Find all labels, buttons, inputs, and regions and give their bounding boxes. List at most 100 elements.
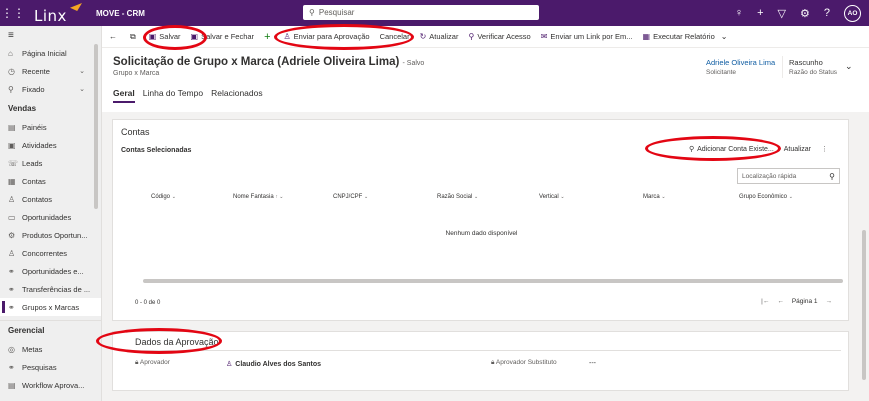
- contas-section: Contas Contas Selecionadas ⚲ Adicionar Co…: [112, 119, 849, 321]
- sidebar-item-concorrentes[interactable]: ♙ Concorrentes: [0, 244, 101, 262]
- help-icon[interactable]: ?: [824, 7, 830, 19]
- add-existing-account-button[interactable]: ⚲ Adicionar Conta Existe...: [688, 145, 774, 154]
- column-header-razao-social[interactable]: Razão Social ⌄: [437, 194, 478, 200]
- app-name[interactable]: MOVE - CRM: [96, 9, 145, 18]
- chevron-down-icon[interactable]: ⌄: [79, 67, 85, 75]
- pin-icon: ⚲: [8, 84, 14, 94]
- chevron-down-icon[interactable]: ⌄: [79, 85, 85, 93]
- sidebar-item-contas[interactable]: ▦ Contas: [0, 172, 101, 190]
- email-link-button[interactable]: ✉ Enviar um Link por Em...: [536, 26, 638, 48]
- brand-logo: Linx: [34, 0, 88, 26]
- sidebar-item-fixado[interactable]: ⚲ Fixado ⌄: [0, 80, 101, 98]
- link-icon: ⚭: [8, 266, 15, 276]
- search-input[interactable]: ⚲ Pesquisar: [303, 5, 539, 20]
- sitemap-sidebar: ≡ ⌂ Página Inicial ◷ Recente ⌄ ⚲ Fixado ⌄ Ven…: [0, 26, 102, 401]
- user-avatar[interactable]: AO: [844, 4, 861, 22]
- send-for-approval-button[interactable]: ♙ Enviar para Aprovação: [279, 26, 375, 48]
- sidebar-item-recente[interactable]: ◷ Recente ⌄: [0, 62, 101, 80]
- tab-relacionados[interactable]: Relacionados: [211, 88, 263, 103]
- sidebar-item-grupos-x-marcas[interactable]: ⚭ Grupos x Marcas: [0, 298, 101, 316]
- entity-name: Grupo x Marca: [113, 70, 160, 77]
- add-link-icon: ⚲: [688, 146, 695, 153]
- sidebar-item-atividades[interactable]: ▣ Atividades: [0, 136, 101, 154]
- run-report-button[interactable]: ▦ Executar Relatório ⌄: [638, 26, 736, 48]
- record-count: 0 - 0 de 0: [135, 300, 161, 306]
- aprovacao-section: Dados da Aprovação 🔒︎ Aprovador ♙ Claudio…: [112, 331, 849, 391]
- grid-horizontal-scrollbar[interactable]: [143, 279, 843, 283]
- sidebar-item-contatos[interactable]: ♙ Contatos: [0, 190, 101, 208]
- save-icon: ▣: [148, 32, 157, 41]
- header-field-status: Rascunho Razão do Status: [789, 58, 837, 76]
- app-launcher-icon[interactable]: ⋮⋮: [0, 0, 26, 26]
- link-icon: ⚭: [8, 284, 15, 294]
- sidebar-item-pagina-inicial[interactable]: ⌂ Página Inicial: [0, 44, 101, 62]
- column-header-cnpj-cpf[interactable]: CNPJ/CPF ⌄: [333, 194, 368, 200]
- person-icon: ♙: [283, 32, 291, 41]
- lock-icon: 🔒︎: [491, 359, 495, 366]
- search-placeholder: Pesquisar: [318, 8, 355, 17]
- clock-icon: ◷: [8, 66, 15, 76]
- sidebar-item-leads[interactable]: ☏ Leads: [0, 154, 101, 172]
- tab-geral[interactable]: Geral: [113, 88, 135, 103]
- sidebar-item-oportunidades[interactable]: ▭ Oportunidades: [0, 208, 101, 226]
- status-value: Rascunho: [789, 58, 823, 67]
- clipboard-icon: ▣: [8, 140, 16, 150]
- form-tabs: Geral Linha do Tempo Relacionados: [113, 88, 263, 103]
- grid-header-row: Código ⌄ Nome Fantasia ↑ ⌄ CNPJ/CPF ⌄ Ra…: [121, 192, 841, 206]
- sidebar-item-transferencias[interactable]: ⚭ Transferências de ...: [0, 280, 101, 298]
- sidebar-item-paineis[interactable]: ▤ Painéis: [0, 118, 101, 136]
- first-page-icon[interactable]: |←: [761, 298, 769, 305]
- save-button[interactable]: ▣ Salvar: [144, 26, 186, 48]
- sidebar-item-produtos-oportunidade[interactable]: ⚙ Produtos Oportun...: [0, 226, 101, 244]
- more-options-icon[interactable]: ⋮: [821, 145, 828, 153]
- new-button[interactable]: +: [259, 26, 278, 48]
- status-label: Razão do Status: [789, 69, 838, 76]
- person-icon: ♙: [8, 248, 16, 258]
- subgrid-refresh-button[interactable]: Atualizar: [784, 146, 811, 153]
- quick-find-placeholder: Localização rápida: [742, 172, 797, 180]
- plus-icon[interactable]: +: [757, 7, 763, 19]
- back-button[interactable]: ←: [102, 26, 125, 48]
- popout-icon: ⧉: [130, 31, 136, 41]
- column-header-nome-fantasia[interactable]: Nome Fantasia ↑ ⌄: [233, 194, 283, 200]
- settings-gear-icon[interactable]: ⚙: [800, 7, 810, 20]
- save-close-icon: ▣: [190, 32, 199, 41]
- user-icon: ♙: [226, 361, 233, 368]
- quick-find-input[interactable]: Localização rápida ⚲: [737, 168, 840, 184]
- column-header-vertical[interactable]: Vertical ⌄: [539, 194, 565, 200]
- column-header-codigo[interactable]: Código ⌄: [151, 194, 176, 200]
- sidebar-item-oportunidades-e[interactable]: ⚭ Oportunidades e...: [0, 262, 101, 280]
- open-new-window-button[interactable]: ⧉: [125, 26, 144, 48]
- filter-icon[interactable]: ▽: [778, 7, 786, 20]
- save-status: - Salvo: [402, 60, 425, 67]
- lightbulb-icon[interactable]: ♀: [735, 7, 743, 19]
- chevron-down-icon: ⌄: [720, 32, 728, 41]
- save-and-close-button[interactable]: ▣ Salvar e Fechar: [186, 26, 260, 48]
- aprovador-lookup[interactable]: ♙ Claudio Alves dos Santos: [226, 360, 321, 368]
- sidebar-section-vendas: Vendas: [8, 103, 37, 113]
- phone-icon: ☏: [8, 158, 19, 168]
- aprovador-substituto-value[interactable]: ---: [589, 360, 596, 367]
- previous-page-icon[interactable]: ←: [777, 298, 784, 305]
- cancel-button[interactable]: Cancelar: [375, 26, 415, 48]
- tab-linha-do-tempo[interactable]: Linha do Tempo: [143, 88, 203, 103]
- back-arrow-icon: ←: [109, 32, 117, 41]
- sidebar-item-pesquisas[interactable]: ⚭ Pesquisas: [0, 358, 101, 376]
- dashboard-icon: ▤: [8, 122, 16, 132]
- search-icon[interactable]: ⚲: [829, 172, 835, 181]
- column-header-marca[interactable]: Marca ⌄: [643, 194, 666, 200]
- command-bar: ← ⧉ ▣ Salvar ▣ Salvar e Fechar + ♙ Enviar p…: [102, 26, 869, 48]
- main-vertical-scrollbar[interactable]: [862, 230, 866, 380]
- sidebar-item-workflow-aprovacao[interactable]: ▤ Workflow Aprova...: [0, 376, 101, 394]
- aprovador-label: 🔒︎ Aprovador: [135, 359, 170, 366]
- sidebar-item-metas[interactable]: ◎ Metas: [0, 340, 101, 358]
- column-header-grupo-economico[interactable]: Grupo Econômico ⌄: [739, 194, 793, 200]
- hamburger-menu-icon[interactable]: ≡: [0, 26, 101, 44]
- refresh-button[interactable]: ↻ Atualizar: [415, 26, 464, 48]
- header-expand-chevron-icon[interactable]: ⌄: [845, 61, 853, 72]
- search-icon: ⚲: [309, 8, 315, 17]
- check-access-button[interactable]: ⚲ Verificar Acesso: [463, 26, 535, 48]
- empty-grid-message: Nenhum dado disponível: [445, 230, 518, 237]
- solicitante-link[interactable]: Adriele Oliveira Lima: [706, 58, 775, 67]
- next-page-icon[interactable]: →: [826, 298, 833, 305]
